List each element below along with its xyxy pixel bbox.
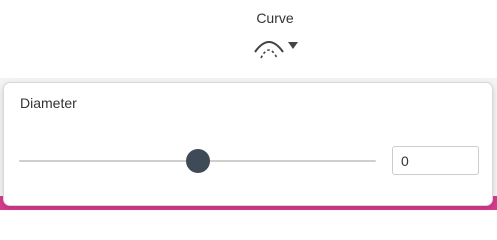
curve-popover: Diameter — [3, 82, 493, 206]
diameter-value-input[interactable] — [392, 146, 479, 175]
slider-thumb[interactable] — [185, 149, 210, 173]
diameter-label: Diameter — [20, 95, 77, 111]
toolbar: Curve — [0, 0, 497, 80]
curve-label: Curve — [256, 10, 294, 26]
curve-arc-icon — [254, 41, 284, 59]
caret-down-icon[interactable] — [288, 42, 298, 50]
diameter-slider[interactable] — [19, 149, 376, 173]
curve-tool-button[interactable]: Curve — [240, 6, 310, 70]
